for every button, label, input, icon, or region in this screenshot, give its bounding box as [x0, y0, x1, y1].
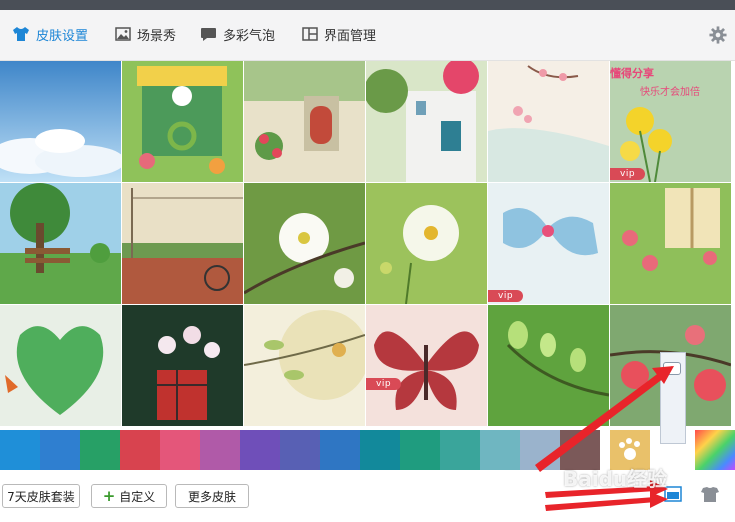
tab-label: 界面管理: [324, 28, 377, 44]
color-swatch[interactable]: [280, 430, 320, 470]
color-swatch[interactable]: [120, 430, 160, 470]
skin-thumbnail-gingham-bow[interactable]: vip: [488, 183, 609, 304]
color-swatch[interactable]: [40, 430, 80, 470]
layout-icon: [302, 27, 318, 41]
transparency-icon[interactable]: [664, 486, 682, 502]
skin-pack-button[interactable]: 7天皮肤套装: [2, 484, 80, 508]
custom-skin-button[interactable]: + 自定义: [91, 484, 167, 508]
color-swatch-row: [0, 430, 735, 470]
color-swatch[interactable]: [440, 430, 480, 470]
color-swatch[interactable]: [240, 430, 280, 470]
color-swatch[interactable]: [200, 430, 240, 470]
chat-bubble-icon: [201, 27, 216, 41]
color-swatch[interactable]: [520, 430, 560, 470]
custom-label: 自定义: [119, 489, 156, 504]
color-swatch[interactable]: [560, 430, 600, 470]
skin-pack-label: 7天皮肤套装: [7, 489, 75, 504]
skin-thumbnail-cosmos-flower[interactable]: [366, 183, 487, 304]
skin-thumbnail-yellow-flowers[interactable]: 懂得分享 快乐才会加倍 vip: [610, 61, 731, 182]
tab-skin-settings[interactable]: 皮肤设置: [12, 22, 88, 46]
custom-color-swatch[interactable]: [695, 430, 735, 470]
skin-thumbnail-green-sprouts[interactable]: [488, 305, 609, 426]
skin-shop-icon[interactable]: [700, 486, 720, 504]
color-swatch[interactable]: [160, 430, 200, 470]
tab-bar: 皮肤设置 场景秀 多彩气泡 界面管理: [0, 10, 735, 61]
picture-icon: [115, 27, 131, 41]
color-swatch[interactable]: [320, 430, 360, 470]
more-skins-label: 更多皮肤: [187, 489, 236, 504]
tab-label: 场景秀: [137, 28, 177, 44]
tab-scene-show[interactable]: 场景秀: [115, 22, 176, 46]
skin-thumbnail-white-house[interactable]: [366, 61, 487, 182]
rainbow-palette-icon: [695, 430, 735, 470]
skin-thumbnail-grid: 懂得分享 快乐才会加倍 vip vip vip: [0, 61, 735, 429]
tab-interface-management[interactable]: 界面管理: [302, 22, 376, 46]
skin-thumbnail-flower-shop[interactable]: [122, 61, 243, 182]
color-swatch[interactable]: [80, 430, 120, 470]
skin-thumbnail-garden-door[interactable]: [244, 61, 365, 182]
paw-pattern-swatch[interactable]: [610, 430, 650, 470]
skin-thumbnail-flower-cup[interactable]: [122, 305, 243, 426]
skin-thumbnail-sky-clouds[interactable]: [0, 61, 121, 182]
vip-badge: vip: [366, 378, 402, 390]
skin-thumbnail-plum-blossom[interactable]: [488, 61, 609, 182]
gear-icon[interactable]: [709, 26, 727, 44]
color-swatch[interactable]: [480, 430, 520, 470]
color-swatch[interactable]: [360, 430, 400, 470]
skin-thumbnail-white-blossom[interactable]: [244, 183, 365, 304]
shirt-icon: [13, 27, 29, 41]
paw-icon: [619, 438, 640, 460]
tab-bubbles[interactable]: 多彩气泡: [200, 22, 275, 46]
vip-badge: vip: [488, 290, 524, 302]
plus-icon: +: [102, 487, 116, 505]
color-swatch[interactable]: [400, 430, 440, 470]
tab-label: 多彩气泡: [223, 28, 276, 44]
bottom-toolbar: 7天皮肤套装 + 自定义 更多皮肤: [0, 470, 735, 522]
vip-badge: vip: [610, 168, 646, 180]
slider-handle[interactable]: [663, 362, 681, 375]
tile-text-line1: 懂得分享: [610, 67, 654, 80]
skin-thumbnail-bird-branch[interactable]: [244, 305, 365, 426]
tab-label: 皮肤设置: [36, 28, 89, 44]
skin-thumbnail-heart-leaf[interactable]: [0, 305, 121, 426]
window-titlebar: [0, 0, 735, 10]
skin-thumbnail-park-bench[interactable]: [0, 183, 121, 304]
more-skins-button[interactable]: 更多皮肤: [175, 484, 249, 508]
color-swatch[interactable]: [0, 430, 40, 470]
skin-thumbnail-sports-field[interactable]: [122, 183, 243, 304]
tile-text-line2: 快乐才会加倍: [640, 87, 700, 98]
skin-thumbnail-window-roses[interactable]: [610, 183, 731, 304]
skin-thumbnail-butterfly[interactable]: vip: [366, 305, 487, 426]
